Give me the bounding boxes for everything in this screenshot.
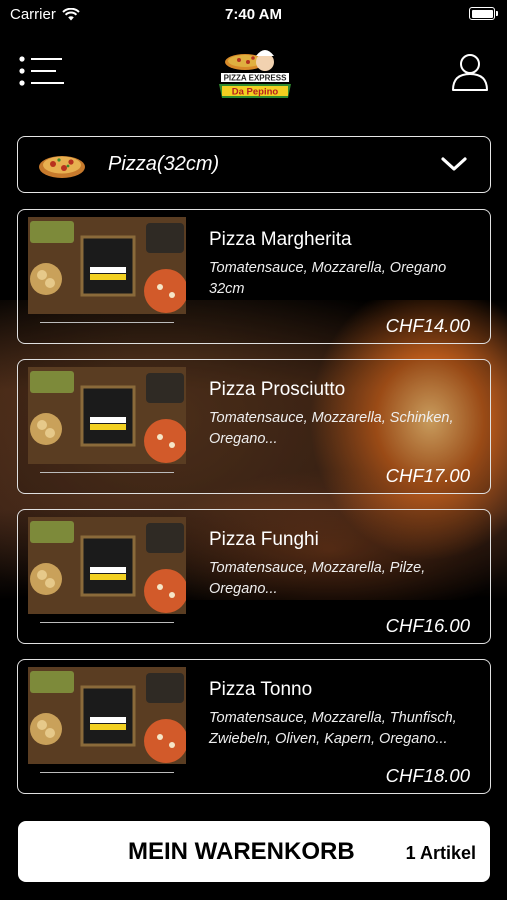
thumbnail-divider (40, 622, 174, 623)
product-price: CHF18.00 (385, 765, 470, 786)
product-price: CHF16.00 (385, 615, 470, 636)
thumbnail-divider (40, 772, 174, 773)
pizza-express-logo: PIZZA EXPRESS Da Pepino (219, 50, 291, 98)
status-bar: Carrier 7:40 AM (0, 0, 507, 28)
product-description: Tomatensauce, Mozzarella, Oregano 32cm (209, 260, 447, 297)
thumbnail-divider (40, 322, 174, 323)
product-name: Pizza Prosciutto (209, 379, 346, 400)
cart-item-count: 1 Artikel (405, 843, 476, 863)
pizza-icon (39, 156, 85, 178)
product-card[interactable]: Pizza Prosciutto Tomatensauce, Mozzarell… (17, 359, 491, 494)
product-thumbnail (28, 667, 186, 764)
cart-button[interactable]: MEIN WARENKORB 1 Artikel (18, 821, 490, 882)
svg-text:Da Pepino: Da Pepino (232, 87, 279, 98)
product-name: Pizza Tonno (209, 679, 313, 700)
menu-icon[interactable] (18, 55, 66, 89)
category-selected-label: Pizza(32cm) (108, 153, 220, 175)
thumbnail-divider (40, 472, 174, 473)
product-price: CHF17.00 (385, 465, 470, 486)
cart-label: MEIN WARENKORB (128, 838, 355, 865)
product-name: Pizza Margherita (209, 229, 352, 250)
product-description: Tomatensauce, Mozzarella, Thunfisch, Zwi… (209, 710, 457, 747)
product-card[interactable]: Pizza Tonno Tomatensauce, Mozzarella, Th… (17, 659, 491, 794)
svg-text:PIZZA EXPRESS: PIZZA EXPRESS (224, 74, 287, 83)
product-price: CHF14.00 (385, 315, 470, 336)
product-name: Pizza Funghi (209, 529, 319, 550)
product-card[interactable]: Pizza Funghi Tomatensauce, Mozzarella, P… (17, 509, 491, 644)
product-thumbnail (28, 517, 186, 614)
category-dropdown[interactable]: Pizza(32cm) (17, 136, 491, 193)
battery-icon (469, 7, 498, 20)
user-profile-icon[interactable] (451, 52, 489, 92)
product-thumbnail (28, 217, 186, 314)
product-description: Tomatensauce, Mozzarella, Schinken, Oreg… (209, 410, 454, 447)
clock: 7:40 AM (225, 6, 282, 23)
chevron-down-icon (441, 157, 467, 171)
product-thumbnail (28, 367, 186, 464)
product-card[interactable]: Pizza Margherita Tomatensauce, Mozzarell… (17, 209, 491, 344)
product-description: Tomatensauce, Mozzarella, Pilze, Oregano… (209, 560, 426, 597)
